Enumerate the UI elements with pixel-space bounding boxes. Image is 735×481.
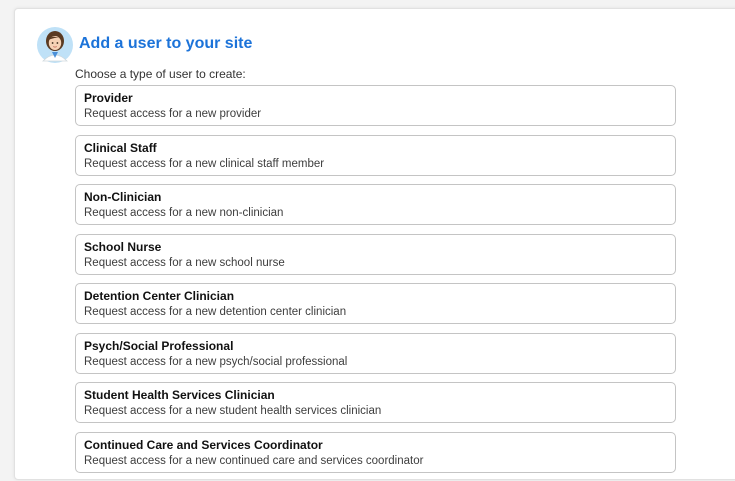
user-type-title: Clinical Staff	[84, 140, 157, 155]
user-type-option-school-nurse[interactable]: School Nurse Request access for a new sc…	[75, 233, 676, 275]
user-type-option-provider[interactable]: Provider Request access for a new provid…	[75, 85, 676, 126]
user-type-description: Request access for a new non-clinician	[84, 207, 284, 219]
add-user-panel: Add a user to your site Choose a type of…	[14, 8, 735, 480]
user-type-title: Provider	[84, 91, 133, 105]
user-type-prompt: Choose a type of user to create:	[75, 67, 246, 81]
user-type-option-clinical-staff[interactable]: Clinical Staff Request access for a new …	[75, 134, 676, 176]
user-type-title: School Nurse	[84, 239, 162, 254]
user-type-option-detention-center-clinician[interactable]: Detention Center Clinician Request acces…	[75, 283, 676, 324]
user-type-title: Detention Center Clinician	[84, 289, 235, 303]
user-type-list: Provider Request access for a new provid…	[75, 85, 676, 481]
user-type-title: Student Health Services Clinician	[84, 388, 275, 402]
user-type-description: Request access for a new clinical staff …	[84, 157, 325, 170]
user-type-description: Request access for a new provider	[84, 108, 262, 120]
user-type-title: Non-Clinician	[84, 190, 162, 204]
user-type-description: Request access for a new continued care …	[84, 454, 424, 467]
user-type-description: Request access for a new school nurse	[84, 256, 285, 269]
user-type-option-continued-care-coordinator[interactable]: Continued Care and Services Coordinator …	[75, 431, 676, 473]
user-type-option-non-clinician[interactable]: Non-Clinician Request access for a new n…	[75, 184, 676, 225]
user-type-option-psych-social-professional[interactable]: Psych/Social Professional Request access…	[75, 332, 676, 374]
user-type-description: Request access for a new detention cente…	[84, 306, 347, 318]
user-type-description: Request access for a new psych/social pr…	[84, 355, 348, 368]
user-type-description: Request access for a new student health …	[84, 405, 382, 417]
user-type-title: Continued Care and Services Coordinator	[84, 437, 323, 452]
page-title: Add a user to your site	[79, 35, 253, 52]
user-type-option-student-health-services-clinician[interactable]: Student Health Services Clinician Reques…	[75, 382, 676, 423]
doctor-avatar-icon	[37, 27, 73, 63]
user-type-title: Psych/Social Professional	[84, 338, 234, 353]
